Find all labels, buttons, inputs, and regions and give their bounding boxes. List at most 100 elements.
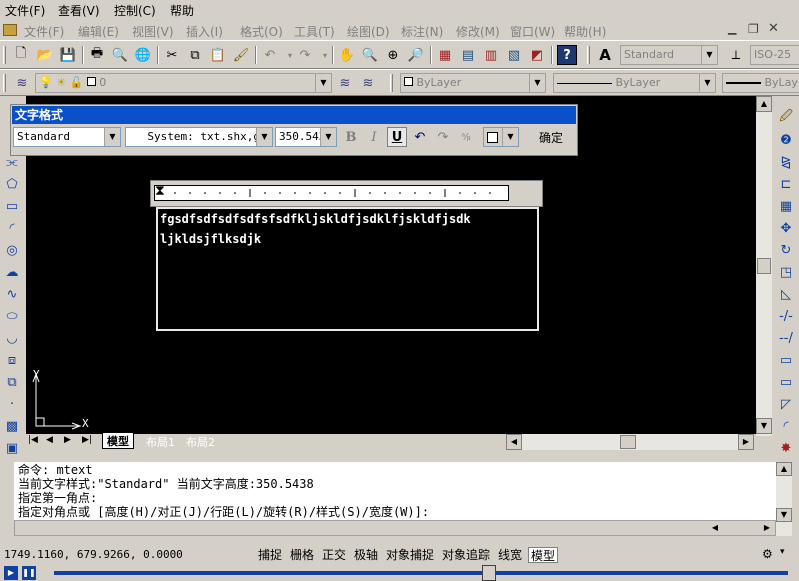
command-vscrollbar[interactable]: ▲ ▼ — [776, 462, 792, 536]
font-select[interactable]: System: txt.shx,gb ▼ — [125, 127, 273, 147]
new-icon[interactable]: 🗋 — [11, 45, 31, 65]
underline-button[interactable]: U — [387, 127, 407, 147]
array-icon[interactable]: ▦ — [776, 196, 796, 216]
menu-dimension[interactable]: 标注(N) — [401, 23, 443, 40]
ortho-toggle[interactable]: 正交 — [320, 547, 348, 563]
tab-next-icon[interactable]: ▶ — [64, 435, 71, 445]
tab-first-icon[interactable]: |◀ — [28, 435, 38, 445]
menu-view-outer[interactable]: 查看(V) — [58, 2, 100, 19]
scroll-right-icon[interactable]: ▶ — [738, 434, 754, 450]
properties-icon[interactable]: ▦ — [435, 45, 455, 65]
menu-tools[interactable]: 工具(T) — [294, 23, 335, 40]
menu-file-outer[interactable]: 文件(F) — [5, 2, 45, 19]
scroll-up-icon[interactable]: ▲ — [776, 462, 792, 476]
paste-icon[interactable]: 📋 — [208, 45, 228, 65]
design-center-icon[interactable]: ▤ — [458, 45, 478, 65]
extend-icon[interactable]: --/ — [776, 328, 796, 348]
menu-modify[interactable]: 修改(M) — [456, 23, 500, 40]
text-format-title[interactable]: 文字格式 — [12, 106, 576, 124]
hscroll-thumb[interactable] — [620, 435, 636, 449]
tab-model[interactable]: 模型 — [102, 433, 134, 449]
copy-icon[interactable]: ⧉ — [185, 45, 205, 65]
erase-icon[interactable]: 🖉 — [776, 108, 796, 128]
linetype-combo[interactable]: ByLayer ▼ — [553, 73, 716, 93]
canvas-vscrollbar[interactable]: ▲ ▼ — [756, 96, 772, 436]
lineweight-toggle[interactable]: 线宽 — [496, 547, 524, 563]
scroll-up-icon[interactable]: ▲ — [756, 96, 772, 112]
join-icon[interactable]: ▭ — [776, 372, 796, 392]
snap-toggle[interactable]: 捕捉 — [256, 547, 284, 563]
polar-toggle[interactable]: 极轴 — [352, 547, 380, 563]
offset-icon[interactable]: ⊏ — [776, 174, 796, 194]
trim-icon[interactable]: -/- — [776, 306, 796, 326]
redo-icon[interactable]: ↷ — [433, 127, 453, 147]
hatch-icon[interactable]: ▩ — [2, 416, 22, 436]
color-combo[interactable]: ByLayer ▼ — [400, 73, 546, 93]
playback-thumb[interactable] — [482, 565, 496, 581]
make-current-layer-icon[interactable]: ≋ — [335, 73, 355, 93]
insert-block-icon[interactable]: ⧈ — [2, 350, 22, 370]
command-window[interactable]: 命令: mtext 当前文字样式:"Standard" 当前文字高度:350.5… — [14, 462, 776, 520]
scroll-left-icon[interactable]: ◀ — [506, 434, 522, 450]
undo-icon[interactable]: ↶ — [410, 127, 430, 147]
menu-file[interactable]: 文件(F) — [24, 23, 64, 40]
markup-icon[interactable]: ◩ — [527, 45, 547, 65]
tab-last-icon[interactable]: ▶| — [82, 435, 92, 445]
canvas-hscrollbar[interactable]: ◀ ▶ — [506, 434, 754, 450]
rotate-icon[interactable]: ↻ — [776, 240, 796, 260]
menu-edit[interactable]: 编辑(E) — [78, 23, 119, 40]
bold-button[interactable]: B — [341, 127, 361, 147]
text-height-select[interactable]: 350.543 ▼ — [275, 127, 337, 147]
ellipse-icon[interactable]: ⬭ — [2, 306, 22, 326]
fillet-icon[interactable]: ◜ — [776, 416, 796, 436]
playback-track[interactable] — [54, 571, 788, 575]
mtext-editor[interactable]: fgsdfsdfsdfsdfsfsdfkljskldfjsdklfjskldfj… — [156, 207, 539, 331]
menu-help-outer[interactable]: 帮助 — [170, 2, 194, 19]
scroll-down-icon[interactable]: ▼ — [756, 418, 772, 434]
open-icon[interactable]: 📂 — [35, 45, 55, 65]
rectangle-icon[interactable]: ▭ — [2, 196, 22, 216]
tab-prev-icon[interactable]: ◀ — [46, 435, 53, 445]
circle-icon[interactable]: ◎ — [2, 240, 22, 260]
menu-help[interactable]: 帮助(H) — [564, 23, 606, 40]
mtext-ruler[interactable]: ⧗ — [154, 183, 509, 201]
redo-icon[interactable]: ↷ — [295, 45, 315, 65]
menu-format[interactable]: 格式(O) — [240, 23, 283, 40]
pause-icon[interactable]: ❚❚ — [22, 566, 36, 580]
tab-layout1[interactable]: 布局1 — [142, 434, 179, 449]
cut-icon[interactable]: ✂ — [162, 45, 182, 65]
copy-object-icon[interactable]: ❷ — [776, 130, 796, 150]
layer-previous-icon[interactable]: ≋ — [358, 73, 378, 93]
text-color-select[interactable]: ▼ — [483, 127, 519, 147]
stack-icon[interactable]: ᵃ⁄ᵦ — [456, 127, 476, 147]
osnap-toggle[interactable]: 对象捕捉 — [384, 547, 436, 563]
text-style-icon[interactable]: A — [595, 45, 615, 65]
zoom-previous-icon[interactable]: 🔎 — [406, 45, 426, 65]
text-style-combo[interactable]: Standard ▼ — [620, 45, 718, 65]
match-properties-icon[interactable]: 🖌 — [231, 45, 251, 65]
italic-button[interactable]: I — [364, 127, 384, 147]
sheet-set-icon[interactable]: ▧ — [504, 45, 524, 65]
menu-control[interactable]: 控制(C) — [114, 2, 156, 19]
menu-insert[interactable]: 插入(I) — [186, 23, 223, 40]
help-icon[interactable]: ? — [557, 45, 577, 65]
move-icon[interactable]: ✥ — [776, 218, 796, 238]
indent-marker-icon[interactable]: ⧗ — [155, 183, 165, 199]
publish-icon[interactable]: 🌐 — [133, 45, 153, 65]
text-style-select[interactable]: Standard ▼ — [13, 127, 121, 147]
dim-style-icon[interactable]: ⟂ — [726, 45, 746, 65]
break-icon[interactable]: ▭ — [776, 350, 796, 370]
tool-palettes-icon[interactable]: ▥ — [481, 45, 501, 65]
restore-icon[interactable]: ❐ — [748, 22, 764, 38]
explode-icon[interactable]: ✸ — [776, 438, 796, 458]
scroll-left-icon[interactable]: ◀ — [707, 521, 723, 535]
layer-manager-icon[interactable]: ≋ — [12, 73, 32, 93]
scroll-thumb[interactable] — [757, 258, 771, 274]
scroll-right-icon[interactable]: ▶ — [759, 521, 775, 535]
stretch-icon[interactable]: ◺ — [776, 284, 796, 304]
mirror-icon[interactable]: ⧎ — [776, 152, 796, 172]
make-block-icon[interactable]: ⧉ — [2, 372, 22, 392]
minimize-icon[interactable]: ▁ — [728, 22, 744, 38]
print-icon[interactable]: 🖶 — [87, 45, 107, 65]
ellipse-arc-icon[interactable]: ◡ — [2, 328, 22, 348]
